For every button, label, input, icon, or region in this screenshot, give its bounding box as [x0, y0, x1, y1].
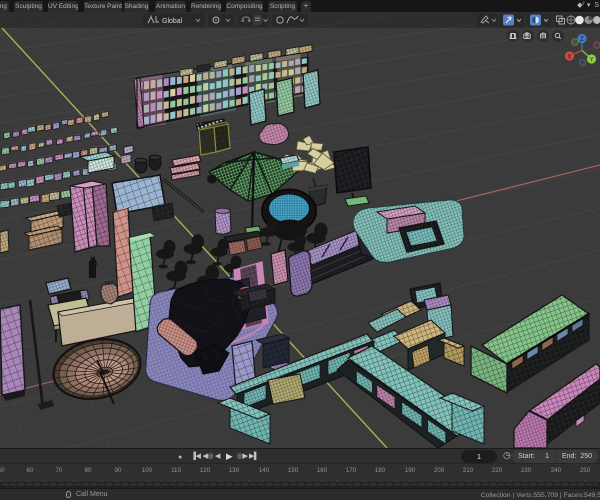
svg-text:X: X — [567, 55, 571, 61]
svg-text:Y: Y — [589, 58, 593, 64]
svg-text:Global: Global — [162, 18, 183, 25]
svg-text:Z: Z — [580, 37, 584, 43]
